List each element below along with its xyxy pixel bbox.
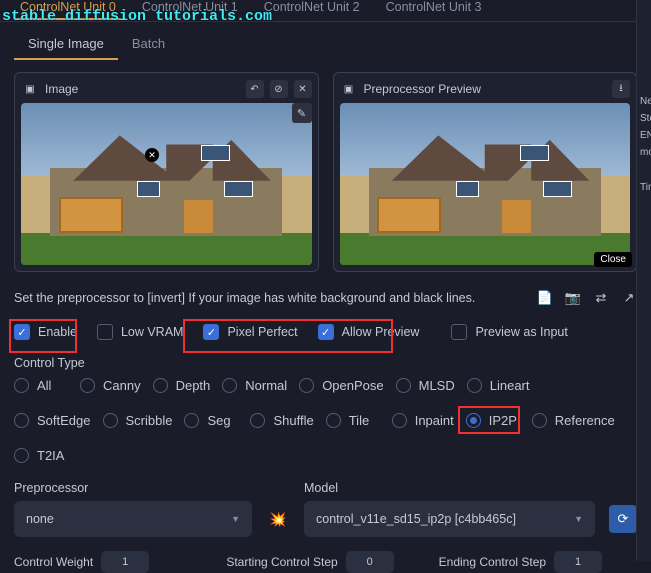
radio-inpaint[interactable]	[392, 413, 407, 428]
radio-shuffle-label: Shuffle	[273, 413, 313, 428]
right-text-5: Tin	[640, 182, 651, 193]
radio-seg[interactable]	[184, 413, 199, 428]
radio-lineart-label: Lineart	[490, 378, 530, 393]
control-weight-value[interactable]: 1	[101, 551, 149, 573]
watermark-text: stable diffusion tutorials.com	[2, 8, 272, 25]
radio-all-label: All	[37, 378, 51, 393]
options-row: ✓ Enable Low VRAM ✓ Pixel Perfect ✓ Allo…	[0, 316, 651, 354]
radio-reference[interactable]	[532, 413, 547, 428]
sub-tabs: Single Image Batch	[0, 32, 651, 60]
pixel-perfect-label: Pixel Perfect	[227, 325, 297, 339]
new-canvas-icon[interactable]: 📄	[537, 290, 553, 306]
close-preview-button[interactable]: Close	[594, 252, 632, 267]
slider-row: Control Weight 1 Starting Control Step 0…	[0, 539, 651, 573]
radio-depth-label: Depth	[176, 378, 211, 393]
remove-button[interactable]: ✕	[294, 80, 312, 98]
control-type-radios: All Canny Depth Normal OpenPose MLSD Lin…	[0, 378, 651, 473]
pixel-perfect-checkbox[interactable]: ✓	[203, 324, 219, 340]
enable-checkbox[interactable]: ✓	[14, 324, 30, 340]
radio-all[interactable]	[14, 378, 29, 393]
radio-softedge-label: SoftEdge	[37, 413, 91, 428]
radio-t2ia-label: T2IA	[37, 448, 64, 463]
tab-batch[interactable]: Batch	[118, 32, 179, 60]
refresh-models-button[interactable]: ⟳	[609, 505, 637, 533]
control-weight-label: Control Weight	[14, 555, 93, 569]
radio-scribble-label: Scribble	[126, 413, 173, 428]
radio-tile[interactable]	[326, 413, 341, 428]
swap-icon[interactable]: ⇄	[593, 290, 609, 306]
tab-single-image[interactable]: Single Image	[14, 32, 118, 60]
preview-image-panel: ▣ Preprocessor Preview ⭳ Close	[333, 72, 638, 272]
webcam-icon[interactable]: 📷	[565, 290, 581, 306]
model-value: control_v11e_sd15_ip2p [c4bb465c]	[316, 512, 516, 526]
radio-shuffle[interactable]	[250, 413, 265, 428]
preview-image[interactable]	[340, 103, 631, 265]
right-text-2: Ste	[640, 113, 651, 124]
radio-canny[interactable]	[80, 378, 95, 393]
control-type-label: Control Type	[0, 354, 651, 378]
radio-openpose[interactable]	[299, 378, 314, 393]
end-step-value[interactable]: 1	[554, 551, 602, 573]
model-select[interactable]: control_v11e_sd15_ip2p [c4bb465c] ▼	[304, 501, 595, 537]
chevron-down-icon: ▼	[231, 514, 240, 524]
tag-remove-icon[interactable]: ✕	[145, 148, 159, 162]
right-text-4: mo	[640, 147, 651, 158]
radio-depth[interactable]	[153, 378, 168, 393]
radio-scribble[interactable]	[103, 413, 118, 428]
preprocessor-value: none	[26, 512, 54, 526]
radio-mlsd[interactable]	[396, 378, 411, 393]
radio-seg-label: Seg	[207, 413, 230, 428]
radio-lineart[interactable]	[467, 378, 482, 393]
radio-t2ia[interactable]	[14, 448, 29, 463]
start-step-label: Starting Control Step	[226, 555, 337, 569]
input-image[interactable]	[21, 103, 312, 265]
radio-softedge[interactable]	[14, 413, 29, 428]
preview-icon: ▣	[340, 80, 358, 98]
enable-label: Enable	[38, 325, 77, 339]
edit-icon[interactable]: ✎	[292, 103, 312, 123]
radio-normal[interactable]	[222, 378, 237, 393]
low-vram-checkbox[interactable]	[97, 324, 113, 340]
hint-row: Set the preprocessor to [invert] If your…	[0, 272, 651, 316]
allow-preview-checkbox[interactable]: ✓	[318, 324, 334, 340]
clear-button[interactable]: ⊘	[270, 80, 288, 98]
radio-ip2p-label: IP2P	[489, 413, 517, 428]
tab-unit-2[interactable]: ControlNet Unit 2	[260, 0, 364, 18]
radio-canny-label: Canny	[103, 378, 141, 393]
preprocessor-select[interactable]: none ▼	[14, 501, 252, 537]
preview-as-input-label: Preview as Input	[475, 325, 567, 339]
hint-text: Set the preprocessor to [invert] If your…	[14, 291, 525, 305]
radio-reference-label: Reference	[555, 413, 615, 428]
radio-mlsd-label: MLSD	[419, 378, 455, 393]
tab-unit-3[interactable]: ControlNet Unit 3	[382, 0, 486, 18]
run-preprocessor-button[interactable]: 💥	[266, 501, 290, 537]
radio-openpose-label: OpenPose	[322, 378, 383, 393]
allow-preview-label: Allow Preview	[342, 325, 420, 339]
preview-as-input-checkbox[interactable]	[451, 324, 467, 340]
right-sidebar-cutoff: Ne Ste EN mo Tin	[636, 0, 651, 561]
chevron-down-icon: ▼	[574, 514, 583, 524]
image-icon: ▣	[21, 80, 39, 98]
undo-button[interactable]: ↶	[246, 80, 264, 98]
send-icon[interactable]: ↗	[621, 290, 637, 306]
radio-normal-label: Normal	[245, 378, 287, 393]
end-step-label: Ending Control Step	[439, 555, 546, 569]
low-vram-label: Low VRAM	[121, 325, 184, 339]
radio-ip2p[interactable]	[466, 413, 481, 428]
image-panels-row: ▣ Image ↶ ⊘ ✕ ✎ ✕ ▣ Preprocessor Preview…	[0, 60, 651, 272]
radio-tile-label: Tile	[349, 413, 369, 428]
preview-image-label: Preprocessor Preview	[364, 82, 481, 96]
input-image-label: Image	[45, 82, 78, 96]
radio-inpaint-label: Inpaint	[415, 413, 454, 428]
right-text-3: EN	[640, 130, 651, 141]
input-image-panel: ▣ Image ↶ ⊘ ✕ ✎ ✕	[14, 72, 319, 272]
download-button[interactable]: ⭳	[612, 80, 630, 98]
dropdown-row: Preprocessor none ▼ 💥 Model control_v11e…	[0, 473, 651, 539]
model-label: Model	[304, 481, 595, 495]
preprocessor-label: Preprocessor	[14, 481, 252, 495]
right-text-1: Ne	[640, 96, 651, 107]
start-step-value[interactable]: 0	[346, 551, 394, 573]
